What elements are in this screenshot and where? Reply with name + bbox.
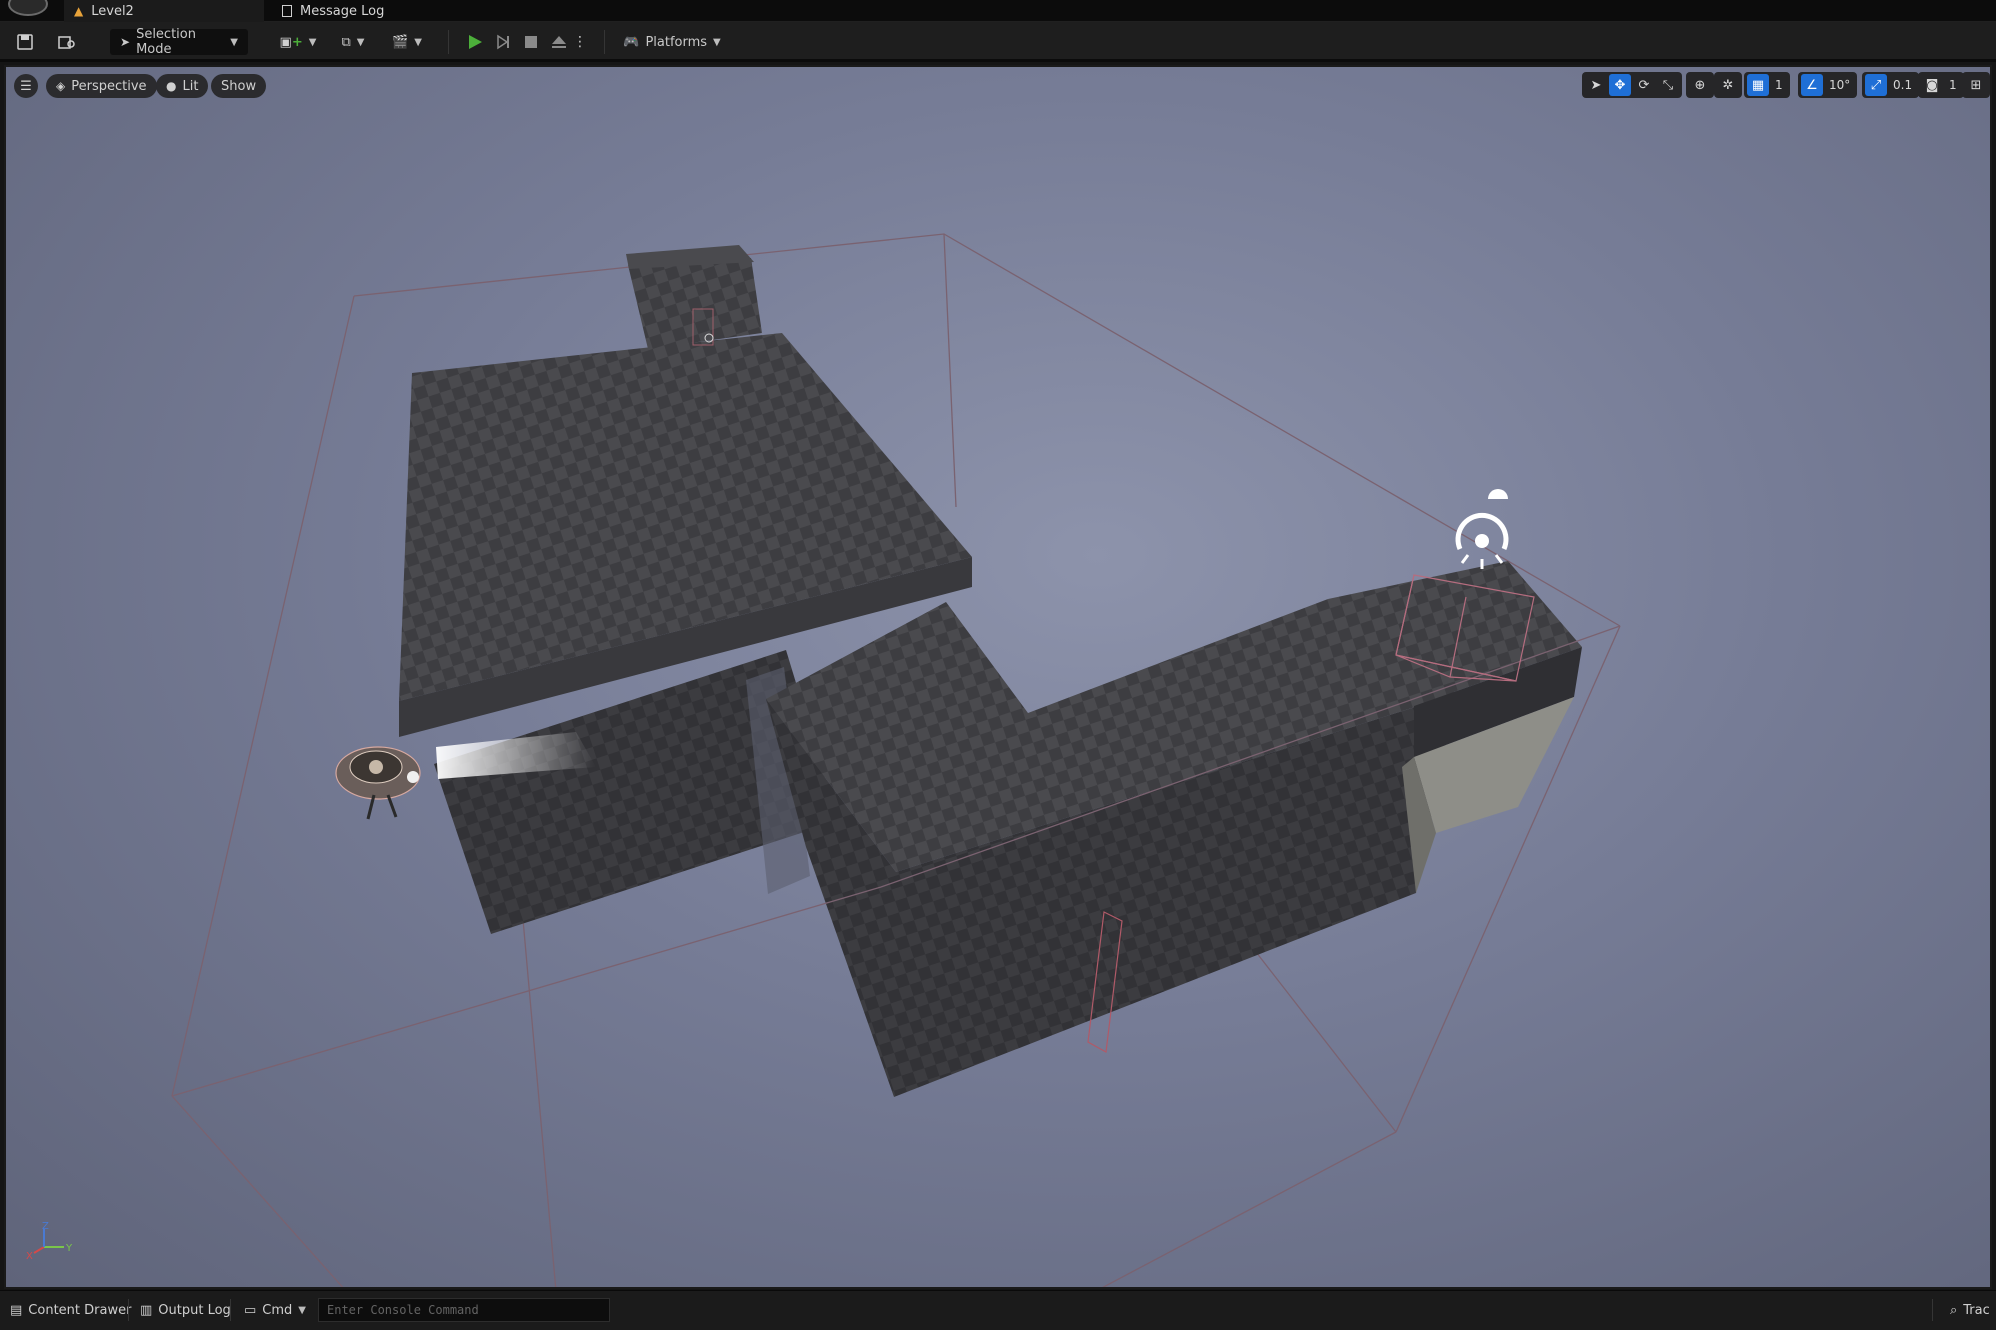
cube-icon: ◈	[56, 79, 66, 93]
sphere-icon: ●	[166, 79, 177, 93]
log-icon	[282, 5, 292, 17]
grid-snap-group: ▦ 1	[1744, 72, 1790, 98]
status-separator	[1932, 1299, 1933, 1321]
tower-front	[628, 258, 762, 349]
scale-snap-value[interactable]: 0.1	[1889, 78, 1916, 92]
camera-speed-group: ◙ 1	[1918, 72, 1964, 98]
log-icon: ▥	[140, 1302, 153, 1318]
camera-speed-value[interactable]: 1	[1945, 78, 1961, 92]
tab-label: Level2	[91, 3, 134, 19]
content-drawer-button[interactable]: ▤ Content Drawer	[10, 1299, 131, 1321]
scene-render[interactable]: Z Y X	[6, 67, 1992, 1289]
hamburger-icon: ☰	[20, 78, 32, 94]
camera-icon[interactable]: ◙	[1921, 74, 1943, 96]
show-label: Show	[221, 78, 257, 94]
toolbar-separator	[604, 30, 605, 54]
terminal-icon: ▭	[244, 1302, 257, 1318]
grid-snap-value[interactable]: 1	[1771, 78, 1787, 92]
grid-snap-icon[interactable]: ▦	[1747, 74, 1769, 96]
svg-text:X: X	[26, 1251, 33, 1262]
cursor-icon: ➤	[120, 35, 131, 49]
perspective-label: Perspective	[71, 78, 147, 94]
chevron-down-icon: ▼	[308, 36, 317, 48]
platforms-dropdown[interactable]: 🎮 Platforms ▼	[622, 29, 722, 55]
document-tab-bar: ▲ Level2 Message Log	[0, 0, 1996, 22]
scale-tool-icon[interactable]: ⤡	[1657, 74, 1679, 96]
transform-tools-group: ➤ ✥ ⟳ ⤡	[1582, 72, 1682, 98]
play-button[interactable]	[462, 29, 488, 55]
surface-snap-icon[interactable]: ✲	[1717, 74, 1739, 96]
lit-button[interactable]: ● Lit	[156, 74, 209, 98]
blueprint-button[interactable]: ⧉ ▼	[334, 29, 372, 55]
browse-icon[interactable]	[54, 29, 80, 55]
content-drawer-label: Content Drawer	[28, 1302, 132, 1318]
stop-button[interactable]	[518, 29, 544, 55]
level-viewport[interactable]: Z Y X ☰ ◈ Perspective ● Lit Show ➤ ✥ ⟳ ⤡…	[4, 65, 1992, 1289]
move-tool-icon[interactable]: ✥	[1609, 74, 1631, 96]
console-command-input[interactable]	[318, 1298, 610, 1322]
status-separator	[128, 1299, 129, 1321]
scale-snap-icon[interactable]: ⤢	[1865, 74, 1887, 96]
cmd-label: Cmd	[262, 1302, 293, 1318]
unreal-logo-icon[interactable]	[8, 0, 48, 16]
show-button[interactable]: Show	[211, 74, 267, 98]
blueprint-icon: ⧉	[341, 34, 351, 50]
more-options-icon[interactable]: ⋮	[572, 29, 588, 55]
perspective-button[interactable]: ◈ Perspective	[46, 74, 157, 98]
globe-icon[interactable]: ⊕	[1689, 74, 1711, 96]
platforms-label: Platforms	[645, 34, 708, 50]
axis-gizmo: Z Y X	[26, 1221, 73, 1262]
clapper-icon: 🎬	[392, 34, 409, 50]
add-cube-icon: ▣	[279, 34, 292, 50]
chevron-down-icon: ▼	[713, 36, 721, 48]
select-tool-icon[interactable]: ➤	[1585, 74, 1607, 96]
trace-label: Trac	[1963, 1302, 1990, 1318]
output-log-button[interactable]: ▥ Output Log	[140, 1299, 231, 1321]
selection-mode-label: Selection Mode	[136, 27, 196, 57]
layout-toggle: ⊞	[1962, 72, 1990, 98]
toolbar-separator	[448, 30, 449, 54]
cinematics-button[interactable]: 🎬 ▼	[388, 29, 426, 55]
directional-light-icon	[1455, 512, 1509, 569]
eject-button[interactable]	[546, 29, 572, 55]
angle-snap-icon[interactable]: ∠	[1801, 74, 1823, 96]
output-log-label: Output Log	[158, 1302, 231, 1318]
level-icon: ▲	[74, 4, 84, 18]
trace-button[interactable]: ⌕ Trac	[1950, 1299, 1990, 1321]
selection-mode-dropdown[interactable]: ➤ Selection Mode ▼	[110, 27, 248, 57]
trace-icon: ⌕	[1950, 1302, 1958, 1318]
sky-light-icon	[1488, 489, 1508, 499]
surface-snap-toggle: ✲	[1714, 72, 1742, 98]
drone-actor	[335, 746, 421, 820]
svg-text:Y: Y	[65, 1243, 73, 1254]
tab-level2[interactable]: ▲ Level2	[64, 0, 264, 22]
add-actor-button[interactable]: ▣ + ▼	[279, 29, 317, 55]
scale-snap-group: ⤢ 0.1	[1862, 72, 1920, 98]
step-button[interactable]	[490, 29, 516, 55]
cmd-dropdown[interactable]: ▭ Cmd ▼	[244, 1299, 306, 1321]
tab-message-log[interactable]: Message Log	[272, 0, 394, 22]
rotation-snap-group: ∠ 10°	[1798, 72, 1858, 98]
world-local-toggle: ⊕	[1686, 72, 1714, 98]
layout-grid-icon[interactable]: ⊞	[1965, 74, 1987, 96]
status-bar: ▤ Content Drawer ▥ Output Log ▭ Cmd ▼ ⌕ …	[0, 1290, 1996, 1330]
rotation-snap-value[interactable]: 10°	[1825, 78, 1854, 92]
save-icon[interactable]	[12, 29, 38, 55]
chevron-down-icon: ▼	[356, 36, 365, 48]
chevron-down-icon: ▼	[230, 36, 238, 48]
chevron-down-icon: ▼	[298, 1304, 306, 1316]
svg-text:Z: Z	[42, 1221, 49, 1232]
gamepad-icon: 🎮	[623, 34, 640, 50]
status-separator	[230, 1299, 231, 1321]
main-toolbar: ➤ Selection Mode ▼ ▣ + ▼ ⧉ ▼ 🎬 ▼ ⋮ 🎮 Plat…	[0, 22, 1996, 62]
rotate-tool-icon[interactable]: ⟳	[1633, 74, 1655, 96]
drawer-icon: ▤	[10, 1302, 23, 1318]
lit-label: Lit	[182, 78, 199, 94]
tab-label: Message Log	[300, 3, 385, 19]
chevron-down-icon: ▼	[414, 36, 422, 48]
viewport-menu-button[interactable]: ☰	[14, 74, 38, 98]
